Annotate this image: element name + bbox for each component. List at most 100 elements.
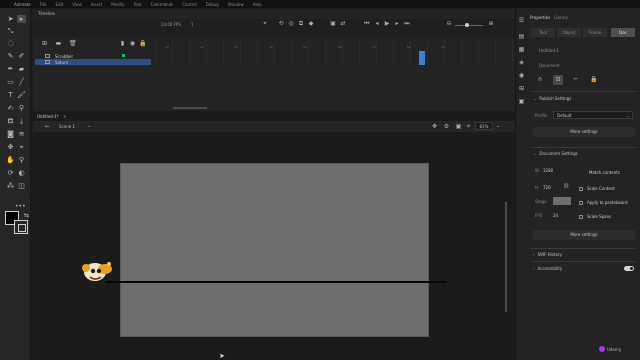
edit-symbols-icon[interactable]: ⚙: [443, 123, 450, 130]
menu-text[interactable]: Text: [133, 2, 141, 7]
timeline-zoom-out-icon[interactable]: ⊖: [445, 20, 453, 28]
layer-color-swatch[interactable]: [122, 54, 125, 57]
timeline-zoom-in-icon[interactable]: ⊕: [487, 20, 495, 28]
layer-row-saturn[interactable]: Saturn: [35, 59, 151, 65]
profile-select[interactable]: Default ⌄: [553, 111, 633, 119]
go-last-frame-icon[interactable]: ⏭: [403, 20, 411, 28]
highlight-layers-icon[interactable]: ▮: [119, 40, 126, 47]
onion-skin-icon[interactable]: ◎: [287, 20, 295, 28]
zoom-field[interactable]: 81%: [475, 122, 493, 130]
publish-more-settings-button[interactable]: More settings: [533, 127, 635, 137]
timeline-tab[interactable]: Timeline: [38, 11, 55, 16]
spray-icon[interactable]: ⁂: [6, 182, 15, 190]
document-more-settings-button[interactable]: More settings: [533, 230, 635, 240]
accessibility-header[interactable]: › Accessibility: [533, 266, 562, 271]
add-keyframe-icon[interactable]: ◆: [307, 20, 315, 28]
paint-brush-icon[interactable]: 🖌: [17, 91, 26, 99]
bone-tool-icon[interactable]: ⌖: [17, 143, 26, 151]
paint-bucket-icon[interactable]: ⛾: [6, 117, 15, 125]
library-panel-icon[interactable]: ▤: [517, 32, 526, 41]
frame-grid[interactable]: [155, 39, 513, 67]
more-tools-icon[interactable]: •••: [15, 203, 26, 210]
new-layer-icon[interactable]: ⊞: [41, 40, 48, 47]
snap-icon[interactable]: ✥: [431, 123, 438, 130]
center-frame-icon[interactable]: ⌖: [261, 20, 269, 28]
menu-file[interactable]: File: [40, 2, 47, 7]
width-field[interactable]: 1280: [543, 168, 553, 173]
tab-properties[interactable]: Properties: [530, 15, 550, 20]
align-panel-icon[interactable]: ▦: [517, 45, 526, 54]
pencil-icon[interactable]: ✎: [6, 52, 15, 60]
ground-line-shape[interactable]: [105, 281, 447, 283]
rotate-tool-icon[interactable]: ⟳: [6, 169, 15, 177]
eyedropper-icon[interactable]: ⤓: [17, 117, 26, 125]
timeline-scrollbar[interactable]: [173, 107, 207, 109]
show-all-icon[interactable]: ◉: [129, 40, 136, 47]
assets-panel-icon[interactable]: ▣: [517, 97, 526, 106]
hand-tool-icon[interactable]: ✋: [6, 156, 15, 164]
apply-pasteboard-checkbox[interactable]: [579, 201, 583, 205]
selected-frames[interactable]: [419, 51, 425, 65]
step-forward-icon[interactable]: ▸: [393, 20, 401, 28]
menu-app-name[interactable]: Animate: [14, 2, 31, 7]
frame-readout[interactable]: 1: [191, 22, 194, 27]
symbol-icon[interactable]: ◫: [17, 182, 26, 190]
menu-commands[interactable]: Commands: [151, 2, 174, 7]
width-tool-icon[interactable]: ≋: [17, 130, 26, 138]
zoom-dropdown-icon[interactable]: ⌄: [496, 123, 500, 129]
scale-content-checkbox[interactable]: [579, 187, 583, 191]
close-tab-icon[interactable]: ×: [63, 114, 66, 119]
menu-view[interactable]: View: [72, 2, 82, 7]
document-tab[interactable]: Untitled-1*: [37, 114, 59, 119]
link-dimensions-icon[interactable]: ⛓: [563, 183, 569, 189]
rectangle-icon[interactable]: ▭: [6, 78, 15, 86]
segment-frame[interactable]: Frame: [583, 28, 607, 37]
lasso-icon[interactable]: ◌: [6, 39, 15, 47]
properties-panel-icon[interactable]: ☰: [517, 16, 526, 25]
insert-frame-icon[interactable]: ▣: [329, 20, 337, 28]
color-tool-icon[interactable]: ◐: [17, 169, 26, 177]
match-contents-button[interactable]: Match contents: [589, 170, 620, 175]
subselection-tool-icon[interactable]: ▸: [17, 15, 26, 23]
lock-all-icon[interactable]: 🔒: [139, 40, 146, 47]
delete-layer-icon[interactable]: 🗑: [69, 40, 77, 47]
menu-help[interactable]: Help: [253, 2, 262, 7]
stage-color-swatch[interactable]: [553, 197, 571, 205]
timeline-zoom-knob[interactable]: [465, 23, 469, 27]
fps-readout[interactable]: 24.00 FPS: [161, 22, 181, 27]
scene-label[interactable]: Scene 1: [59, 124, 75, 129]
segment-tool[interactable]: Tool: [531, 28, 555, 37]
timeline-zoom-slider[interactable]: [455, 25, 483, 26]
text-tool-icon[interactable]: T: [6, 91, 15, 99]
brush-icon[interactable]: ✐: [17, 52, 26, 60]
corner-mode-icon[interactable]: ⌐: [571, 75, 581, 85]
pen-icon[interactable]: ✒: [6, 65, 15, 73]
accessibility-toggle[interactable]: [624, 266, 634, 271]
menu-insert[interactable]: Insert: [91, 2, 102, 7]
ink-icon[interactable]: ✍: [6, 104, 15, 112]
camera-icon[interactable]: ◙: [6, 130, 15, 138]
lock-mode-icon[interactable]: 🔒: [589, 75, 599, 85]
fps-field[interactable]: 24: [553, 213, 558, 218]
new-folder-icon[interactable]: ▬: [55, 40, 62, 47]
menu-modify[interactable]: Modify: [111, 2, 124, 7]
classic-tween-icon[interactable]: ⇄: [339, 20, 347, 28]
menu-control[interactable]: Control: [182, 2, 196, 7]
transform-panel-icon[interactable]: ⊞: [517, 84, 526, 93]
scale-spans-checkbox[interactable]: [579, 215, 583, 219]
swap-colors-icon[interactable]: ⇆: [24, 212, 29, 219]
scene-dropdown-icon[interactable]: ⌄: [87, 123, 91, 129]
transform-mode-icon[interactable]: ⊡: [553, 75, 563, 85]
stroke-color-swatch[interactable]: [14, 220, 28, 234]
line-icon[interactable]: ╱: [17, 78, 26, 86]
stage-scrollbar[interactable]: [505, 202, 507, 312]
edit-multiple-icon[interactable]: ⧉: [297, 20, 305, 28]
segment-object[interactable]: Object: [557, 28, 581, 37]
color-panel-icon[interactable]: ◈: [517, 58, 526, 67]
menu-debug[interactable]: Debug: [206, 2, 219, 7]
loop-icon[interactable]: ⟲: [277, 20, 285, 28]
eraser-icon[interactable]: ▰: [17, 65, 26, 73]
snap-mode-icon[interactable]: ∩: [535, 75, 545, 85]
back-arrow-icon[interactable]: ←: [45, 123, 50, 130]
zoom-tool-icon[interactable]: ⚲: [17, 156, 26, 164]
